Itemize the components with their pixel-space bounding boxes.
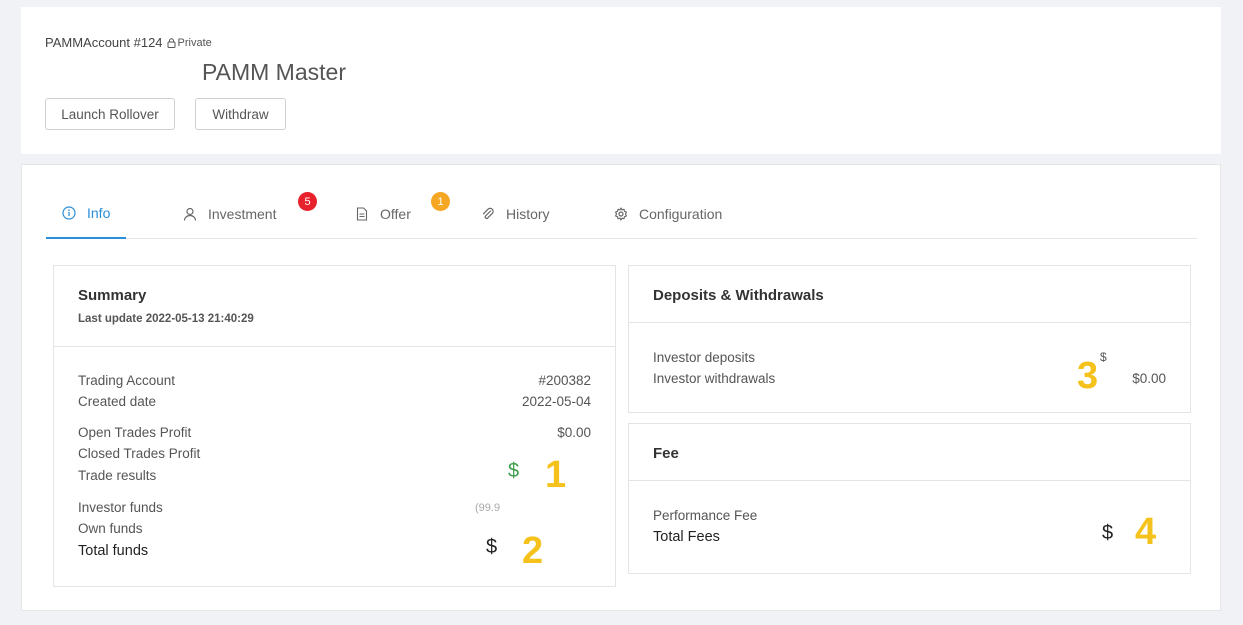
launch-rollover-button[interactable]: Launch Rollover (45, 98, 175, 130)
investor-withdrawals-value: $0.00 (1132, 371, 1166, 386)
marker-2: 2 (522, 530, 544, 572)
fee-title: Fee (653, 445, 679, 462)
trading-account-label: Trading Account (78, 373, 176, 388)
created-date-value: 2022-05-04 (521, 394, 591, 409)
tab-bar: Info Investment 5 Offer 1 History Config… (46, 189, 1197, 239)
fee-header: Fee (629, 424, 1190, 481)
investor-withdrawals-label: Investor withdrawals (653, 371, 776, 386)
summary-header: Summary Last update 2022-05-13 21:40:29 (54, 266, 615, 347)
offer-count-badge: 1 (431, 192, 450, 211)
investor-deposits-label: Investor deposits (653, 350, 756, 365)
tab-configuration[interactable]: Configuration (614, 189, 722, 239)
account-line: PAMMAccount #124 Private (45, 35, 212, 50)
open-trades-label: Open Trades Profit (78, 425, 192, 440)
fee-panel: Fee Performance Fee Total Fees $ 4 (628, 423, 1191, 574)
trade-results-value: $ (508, 460, 520, 482)
info-icon (62, 206, 76, 220)
tab-offer-label: Offer (380, 206, 411, 222)
summary-panel: Summary Last update 2022-05-13 21:40:29 … (53, 265, 616, 587)
marker-3: 3 (1077, 355, 1099, 397)
performance-fee-label: Performance Fee (653, 508, 758, 523)
lock-icon (167, 37, 176, 48)
document-icon (356, 207, 368, 221)
paperclip-icon (482, 207, 494, 219)
total-fees-value: $ (1102, 522, 1114, 544)
own-funds-label: Own funds (78, 521, 143, 536)
tab-investment[interactable]: Investment (183, 189, 276, 239)
investor-funds-value: (99.9 (475, 502, 501, 514)
investor-funds-label: Investor funds (78, 500, 163, 515)
account-label: PAMMAccount #124 (45, 35, 163, 50)
tab-info-label: Info (87, 205, 111, 221)
tab-investment-label: Investment (208, 206, 277, 222)
total-funds-value: $ (486, 536, 498, 558)
withdraw-button[interactable]: Withdraw (195, 98, 286, 130)
account-header: PAMMAccount #124 Private PAMM Master Lau… (21, 7, 1221, 154)
marker-1: 1 (545, 454, 567, 496)
investment-count-badge: 5 (298, 192, 317, 211)
summary-title: Summary (78, 287, 147, 304)
trade-results-label: Trade results (78, 468, 157, 483)
open-trades-value: $0.00 (557, 425, 591, 440)
last-update: Last update 2022-05-13 21:40:29 (78, 313, 254, 325)
privacy-indicator: Private (167, 37, 212, 49)
gear-icon (615, 207, 627, 221)
total-funds-label: Total funds (78, 543, 149, 559)
total-fees-label: Total Fees (653, 529, 720, 545)
investor-deposits-value: $ (1100, 350, 1107, 364)
deposits-title: Deposits & Withdrawals (653, 287, 824, 304)
tab-history-label: History (506, 206, 550, 222)
page-title: PAMM Master (202, 59, 346, 85)
tab-offer[interactable]: Offer (355, 189, 411, 239)
deposits-header: Deposits & Withdrawals (629, 266, 1190, 323)
account-details-card: Info Investment 5 Offer 1 History Config… (21, 164, 1221, 611)
trading-account-value: #200382 (538, 373, 591, 388)
closed-trades-label: Closed Trades Profit (78, 446, 201, 461)
marker-4: 4 (1135, 511, 1157, 553)
user-icon (183, 207, 197, 221)
tab-info[interactable]: Info (46, 189, 127, 239)
tab-history[interactable]: History (481, 189, 550, 239)
privacy-label: Private (177, 36, 212, 49)
deposits-withdrawals-panel: Deposits & Withdrawals Investor deposits… (628, 265, 1191, 413)
created-date-label: Created date (78, 394, 157, 409)
tab-configuration-label: Configuration (639, 206, 723, 222)
